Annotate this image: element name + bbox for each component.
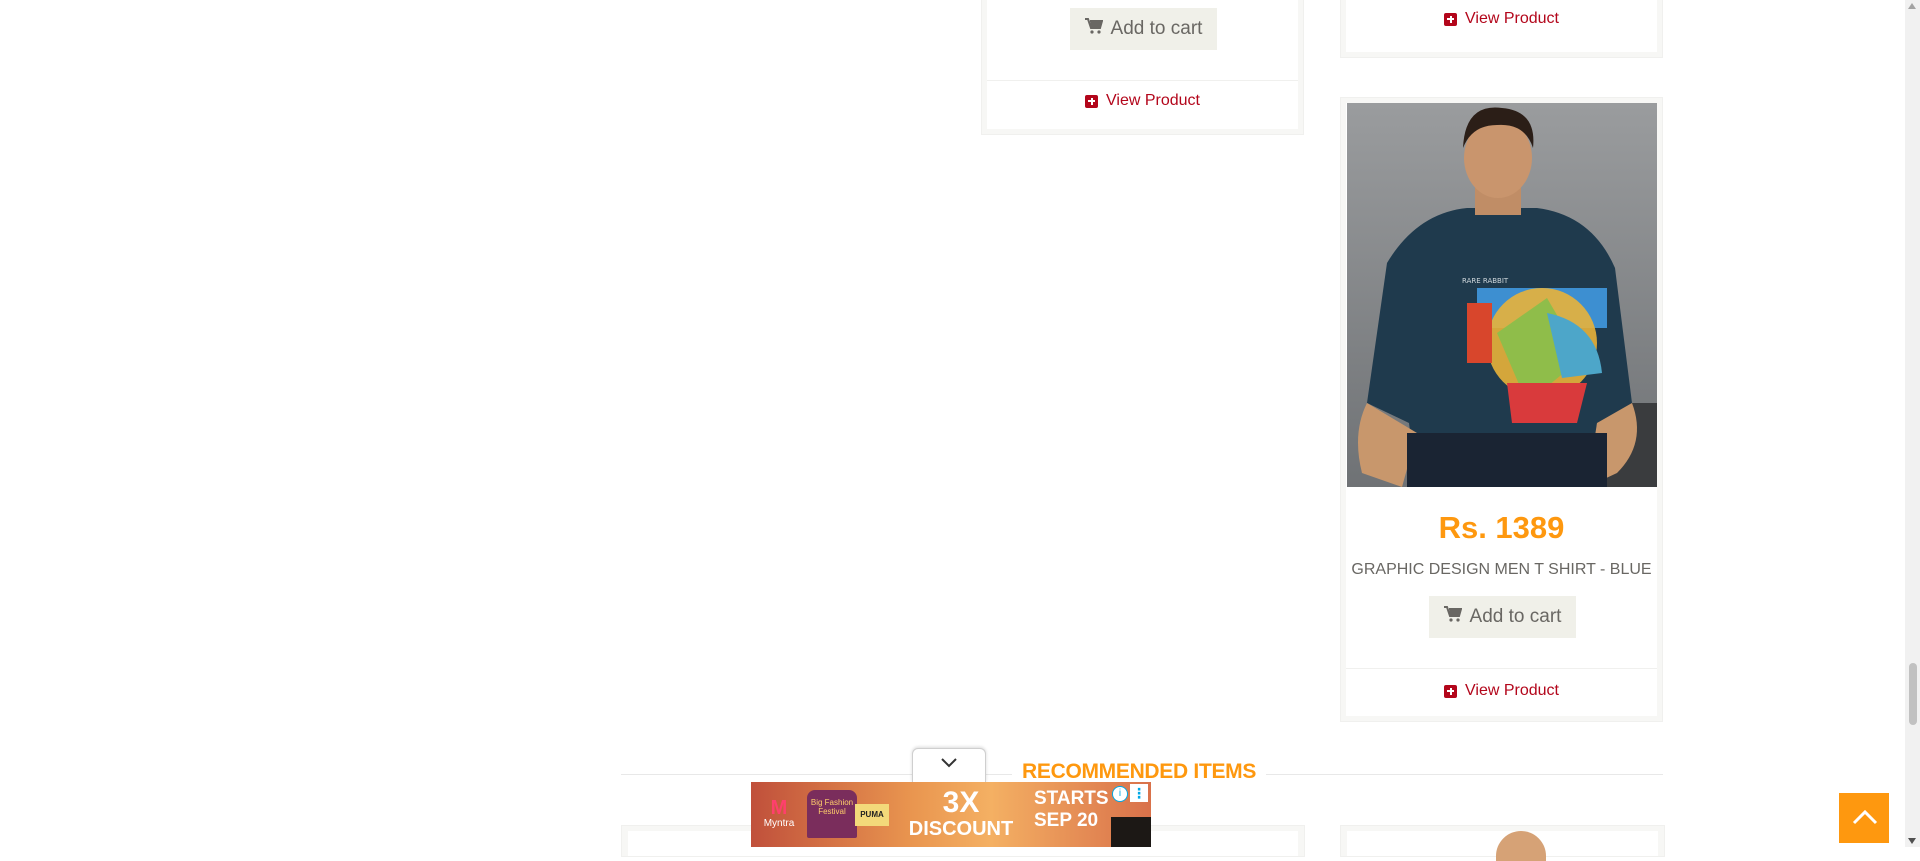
cart-icon <box>1443 606 1462 628</box>
cart-icon <box>1084 18 1103 40</box>
chevron-down-icon <box>940 756 958 774</box>
puma-logo: PUMA <box>855 804 889 826</box>
ad-banner[interactable]: M Myntra Big Fashion Festival PUMA 3X DI… <box>751 782 1151 847</box>
add-to-cart-label: Add to cart <box>1469 606 1562 627</box>
tshirt-photo: RARE RABBIT <box>1347 103 1657 487</box>
product-card: View Product <box>1340 0 1663 58</box>
product-card <box>1340 825 1665 861</box>
ad-collapse-button[interactable] <box>912 748 986 783</box>
add-to-cart-button[interactable]: Add to cart <box>1429 596 1576 638</box>
view-product-label: View Product <box>1465 682 1559 699</box>
scroll-to-top-button[interactable] <box>1839 793 1889 843</box>
card-divider <box>987 80 1298 81</box>
myntra-logo: M Myntra <box>763 797 795 829</box>
ad-options-icon[interactable]: ⋮ <box>1130 784 1148 802</box>
card-divider <box>1346 668 1657 669</box>
view-product-link[interactable]: View Product <box>987 86 1298 116</box>
scrollbar-thumb[interactable] <box>1909 663 1917 725</box>
scroll-down-arrow-icon[interactable] <box>1908 838 1916 844</box>
ad-info-icon[interactable]: i <box>1112 786 1128 802</box>
plus-square-icon <box>1085 94 1098 108</box>
view-product-link[interactable]: View Product <box>1346 674 1657 708</box>
product-card: RARE RABBIT Rs. 1389 GRAPHIC DESIGN MEN … <box>1340 97 1663 722</box>
product-price: Rs. 1389 <box>1438 510 1565 545</box>
plus-square-icon <box>1444 684 1457 698</box>
plus-square-icon <box>1444 12 1457 26</box>
scroll-up-arrow-icon[interactable] <box>1908 3 1916 9</box>
festival-badge: Big Fashion Festival <box>807 790 857 838</box>
product-image[interactable]: RARE RABBIT <box>1347 103 1657 487</box>
view-product-label: View Product <box>1106 92 1200 109</box>
ad-headline: 3X DISCOUNT <box>908 786 1014 841</box>
product-card: Add to cart View Product <box>981 0 1304 135</box>
view-product-label: View Product <box>1465 10 1559 27</box>
ad-date: STARTS SEP 20 <box>1034 788 1109 831</box>
page-scrollbar[interactable] <box>1905 0 1920 847</box>
add-to-cart-label: Add to cart <box>1110 18 1203 39</box>
recommended-items-title: RECOMMENDED ITEMS <box>1012 760 1267 784</box>
svg-text:RARE RABBIT: RARE RABBIT <box>1462 277 1509 285</box>
add-to-cart-button[interactable]: Add to cart <box>1070 8 1217 50</box>
product-name: GRAPHIC DESIGN MEN T SHIRT - BLUE <box>1351 561 1652 578</box>
ad-dark-overlay <box>1111 817 1151 847</box>
view-product-link[interactable]: View Product <box>1346 9 1657 29</box>
chevron-up-icon <box>1852 808 1878 831</box>
